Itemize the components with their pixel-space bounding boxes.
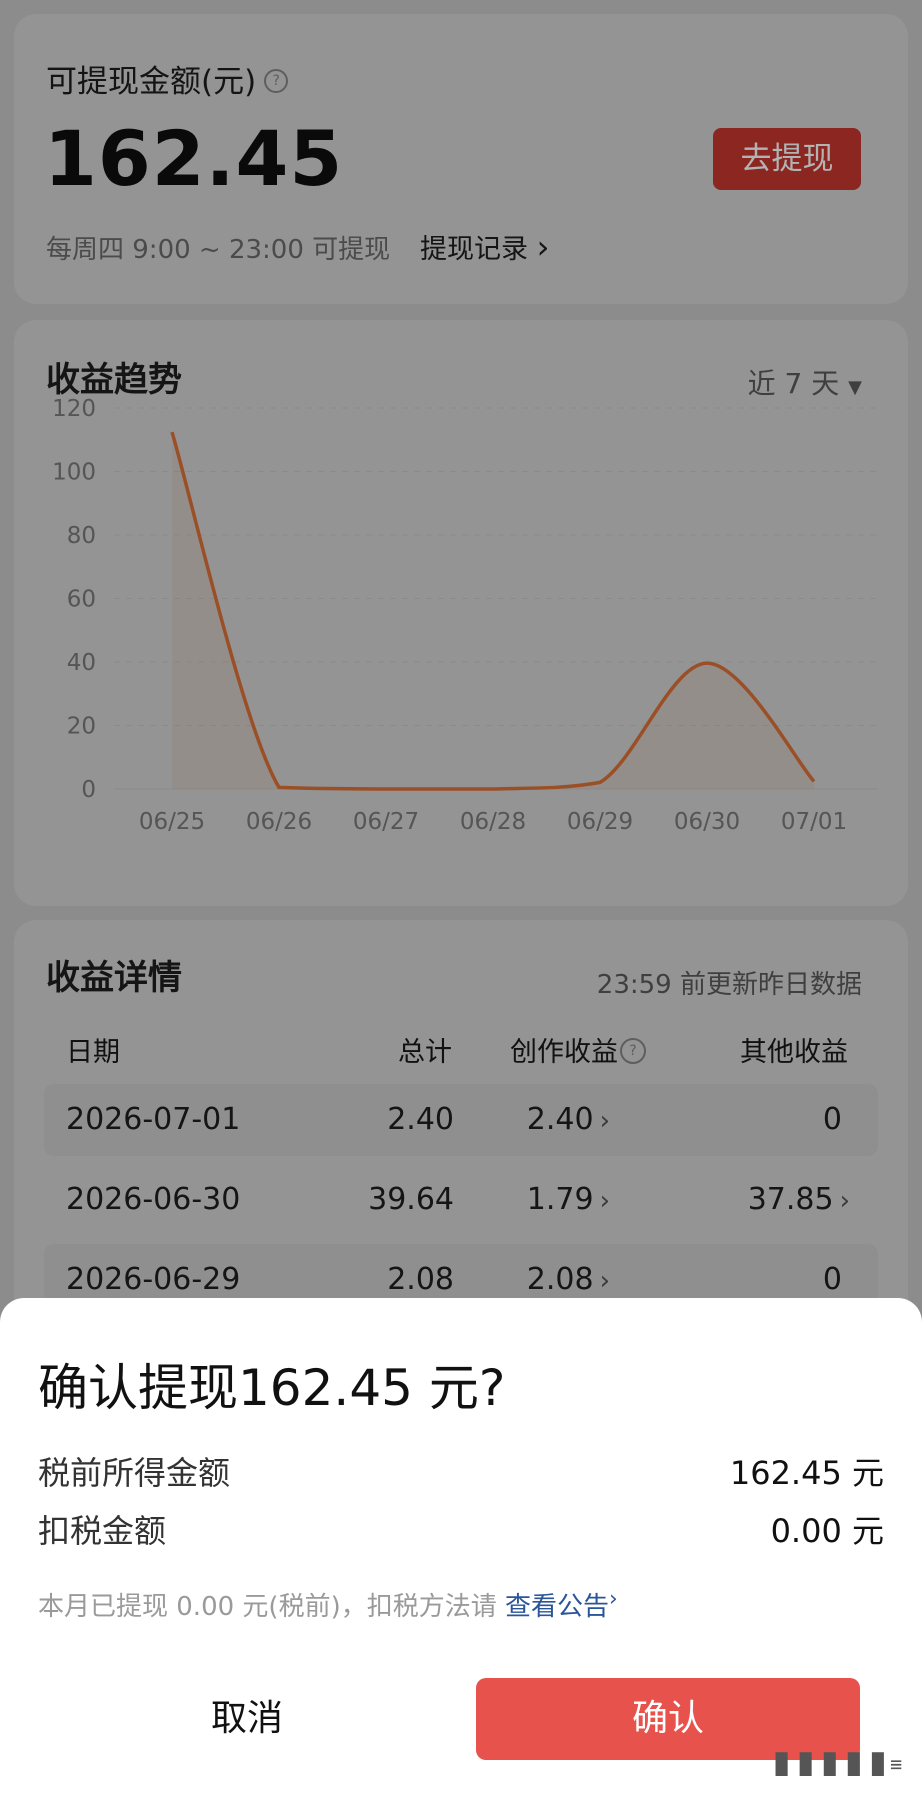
- confirm-withdraw-dialog: 确认提现162.45 元? 税前所得金额 162.45 元 扣税金额 0.00 …: [0, 1298, 922, 1794]
- x-tick-label: 06/26: [246, 809, 312, 835]
- chevron-right-icon: ›: [599, 1106, 610, 1136]
- y-tick-label: 120: [52, 396, 96, 422]
- y-tick-label: 100: [52, 460, 96, 486]
- row-creation-value: 1.79: [526, 1182, 594, 1217]
- withdraw-button[interactable]: 去提现: [713, 128, 861, 190]
- column-header-other: 其他收益: [740, 1037, 848, 1068]
- x-tick-label: 06/27: [353, 809, 419, 835]
- column-header-creation-label: 创作收益: [510, 1037, 618, 1068]
- tax-amount-label: 扣税金额: [38, 1512, 167, 1550]
- column-header-total: 总计: [398, 1037, 452, 1068]
- question-circle-icon[interactable]: ?: [264, 68, 289, 93]
- question-circle-icon[interactable]: ?: [620, 1037, 646, 1064]
- trend-chart: 020406080100120 06/25 06/26 06/27 06/28 06/2…: [52, 396, 878, 835]
- y-tick-label: 80: [67, 523, 96, 549]
- withdraw-records-link[interactable]: 提现记录 ›: [420, 227, 549, 266]
- column-header-date: 日期: [66, 1037, 120, 1068]
- y-tick-label: 60: [67, 587, 96, 613]
- dialog-title: 确认提现162.45 元?: [38, 1359, 506, 1417]
- chevron-right-icon: ›: [609, 1586, 618, 1612]
- y-tick-label: 40: [67, 650, 96, 676]
- row-creation[interactable]: 1.79 ›: [527, 1164, 610, 1237]
- dialog-note: 本月已提现 0.00 元(税前)，扣税方法请 查看公告›: [38, 1586, 618, 1623]
- row-date: 2026-06-30: [66, 1182, 241, 1217]
- row-date: 2026-07-01: [66, 1102, 241, 1137]
- chevron-right-icon: ›: [599, 1266, 610, 1296]
- x-tick-label: 06/29: [567, 809, 633, 835]
- balance-amount: 162.45: [44, 114, 344, 203]
- row-creation[interactable]: 2.40 ›: [527, 1084, 610, 1157]
- chart-y-ticks: 0 20 40 60 80 100 120: [52, 396, 96, 803]
- column-header-creation: 创作收益?: [510, 1030, 646, 1069]
- x-tick-label: 06/28: [460, 809, 526, 835]
- details-card: 收益详情 23:59 前更新昨日数据 日期 总计 创作收益? 其他收益 2026…: [14, 920, 908, 1320]
- x-tick-label: 07/01: [781, 809, 847, 835]
- details-title: 收益详情: [46, 958, 182, 998]
- row-other: 0: [822, 1102, 842, 1137]
- chevron-right-icon: ›: [599, 1186, 610, 1216]
- cancel-button[interactable]: 取消: [48, 1678, 446, 1760]
- balance-label-text: 可提现金额(元): [46, 64, 257, 100]
- table-row: 2026-06-30 39.64 1.79 › 37.85 ›: [44, 1164, 878, 1236]
- table-row: 2026-07-01 2.40 2.40 › 0: [44, 1084, 878, 1156]
- trend-card: 收益趋势 近 7 天 ▼ 0 20 40 60 80 100 120 06/25 06/26 0…: [14, 320, 908, 906]
- balance-label: 可提现金额(元)?: [46, 56, 289, 101]
- pretax-amount-label: 税前所得金额: [38, 1454, 231, 1492]
- row-total: 39.64: [368, 1182, 454, 1217]
- announcement-link[interactable]: 查看公告›: [504, 1586, 618, 1622]
- chart-x-ticks: 06/25 06/26 06/27 06/28 06/29 06/30 07/01: [139, 809, 847, 835]
- details-update-note: 23:59 前更新昨日数据: [596, 970, 862, 1000]
- withdraw-schedule: 每周四 9:00 ~ 23:00 可提现: [46, 235, 391, 265]
- watermark-logo: ▐▌▐▌▐▌▐▌▐▌≡: [769, 1752, 902, 1776]
- chevron-right-icon: ›: [839, 1186, 850, 1216]
- pretax-amount-value: 162.45 元: [729, 1454, 884, 1492]
- y-tick-label: 20: [67, 714, 96, 740]
- chevron-right-icon: ›: [536, 228, 550, 266]
- confirm-button[interactable]: 确认: [476, 1678, 860, 1760]
- row-other[interactable]: 37.85 ›: [748, 1164, 850, 1237]
- earnings-area: [172, 432, 814, 789]
- x-tick-label: 06/25: [139, 809, 205, 835]
- tax-amount-value: 0.00 元: [770, 1512, 884, 1550]
- row-creation-value: 2.08: [526, 1262, 594, 1297]
- balance-card: 可提现金额(元)? 162.45 去提现 每周四 9:00 ~ 23:00 可提…: [14, 14, 908, 304]
- announcement-link-label: 查看公告: [504, 1592, 609, 1622]
- y-tick-label: 0: [81, 777, 96, 803]
- row-other-value: 37.85: [747, 1182, 834, 1217]
- withdraw-records-label: 提现记录: [420, 234, 528, 265]
- dialog-note-text: 本月已提现 0.00 元(税前)，扣税方法请: [38, 1592, 497, 1622]
- row-creation-value: 2.40: [526, 1102, 594, 1137]
- row-total: 2.40: [387, 1102, 454, 1137]
- x-tick-label: 06/30: [674, 809, 740, 835]
